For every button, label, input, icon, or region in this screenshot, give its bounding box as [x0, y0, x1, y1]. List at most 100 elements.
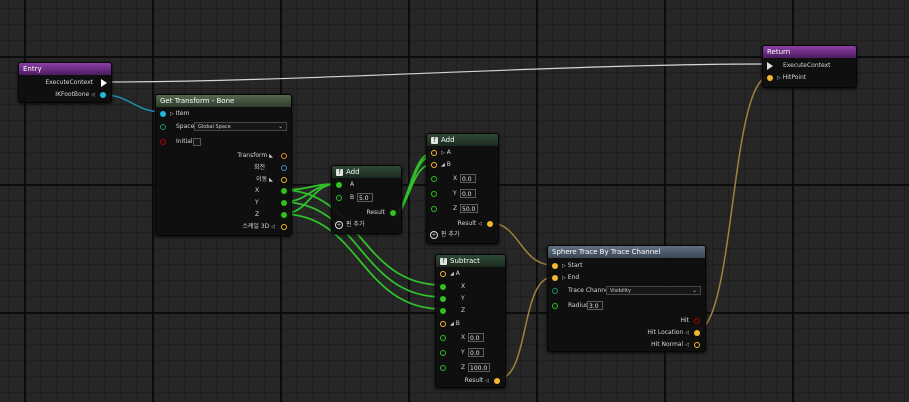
add2-b-pin[interactable]	[431, 162, 437, 168]
channel-pin[interactable]	[552, 288, 558, 294]
translation-label: 이동 ◣	[256, 176, 273, 183]
plus-icon: +	[335, 220, 343, 229]
function-icon: f	[431, 136, 438, 144]
channel-label: Trace Channel	[568, 287, 611, 294]
entry-ikfoot-label: IKFootBone ◁	[55, 91, 95, 98]
return-title: Return	[763, 46, 856, 58]
rotation-label: 회전	[253, 164, 265, 171]
sub-result-label: Result ◁	[464, 377, 489, 384]
add2-a-pin[interactable]	[431, 150, 437, 156]
sub-bx-pin[interactable]	[440, 335, 446, 341]
add2-x-field[interactable]: 0.0	[460, 174, 476, 183]
add2-z-pin[interactable]	[431, 206, 437, 212]
hit-location-pin[interactable]	[694, 330, 700, 336]
sub-result-pin[interactable]	[494, 378, 500, 384]
sub-b-pin[interactable]	[440, 321, 446, 327]
x-out-pin[interactable]	[281, 188, 287, 194]
y-label: Y	[255, 199, 259, 206]
add-vector-node[interactable]: f Add ▷ A ◢ B X 0.0 Y 0.0 Z 50.0 Result ◁…	[426, 133, 499, 244]
sub-a-pin[interactable]	[440, 271, 446, 277]
chevron-down-icon: ⌄	[691, 287, 697, 294]
hit-normal-label: Hit Normal ◁	[651, 341, 689, 348]
sub-b-label: ◢ B	[450, 320, 460, 327]
add1-add-pin-button[interactable]: + 핀 추가	[335, 220, 364, 230]
function-icon: f	[440, 257, 447, 265]
add1-a-pin[interactable]	[336, 182, 342, 188]
hit-pin[interactable]	[694, 318, 700, 324]
channel-combo[interactable]: Visibility ⌄	[606, 286, 701, 295]
item-label: ▷ Item	[170, 110, 190, 117]
ikfoot-pin[interactable]	[100, 92, 106, 98]
add2-y-pin[interactable]	[431, 191, 437, 197]
initial-label: Initial	[176, 138, 193, 145]
sub-y-pin[interactable]	[440, 296, 446, 302]
sub-bx-label: X	[461, 334, 466, 341]
y-out-pin[interactable]	[281, 200, 287, 206]
sub-by-pin[interactable]	[440, 350, 446, 356]
add1-a-label: A	[350, 181, 355, 188]
add2-y-label: Y	[453, 190, 457, 197]
subtract-node[interactable]: f Subtract ◢ A X Y Z ◢ B X 0.0 Y 0.0 Z 10…	[435, 254, 506, 388]
hit-normal-pin[interactable]	[694, 342, 700, 348]
add2-result-pin[interactable]	[487, 221, 493, 227]
return-node[interactable]: Return ExecuteContext ▷ HitPoint	[762, 45, 857, 88]
subtract-title: f Subtract	[436, 255, 505, 267]
start-label: ▷ Start	[562, 262, 583, 269]
hit-label: Hit	[680, 317, 689, 324]
sphere-trace-node[interactable]: Sphere Trace By Trace Channel ▷ Start ▷ …	[547, 245, 706, 352]
get-transform-title: Get Transform - Bone	[156, 95, 291, 107]
add1-b-field[interactable]: 5.0	[357, 193, 373, 202]
sub-by-label: Y	[461, 349, 465, 356]
transform-pin[interactable]	[281, 153, 287, 159]
sub-by-field[interactable]: 0.0	[468, 348, 484, 357]
return-exec-label: ExecuteContext	[783, 62, 831, 69]
add1-result-pin[interactable]	[390, 210, 396, 216]
get-transform-node[interactable]: Get Transform - Bone ▷ Item Space Global…	[155, 94, 292, 236]
item-pin[interactable]	[160, 111, 166, 117]
sub-bz-label: Z	[461, 364, 466, 371]
sub-bx-field[interactable]: 0.0	[468, 333, 484, 342]
sphere-trace-title: Sphere Trace By Trace Channel	[548, 246, 705, 258]
sub-z-label: Z	[461, 307, 466, 314]
chevron-down-icon: ⌄	[277, 123, 283, 130]
add2-add-pin-button[interactable]: + 핀 추가	[430, 230, 459, 240]
initial-checkbox[interactable]	[193, 138, 201, 146]
plus-icon: +	[430, 230, 438, 239]
translation-pin[interactable]	[281, 177, 287, 183]
initial-pin[interactable]	[160, 139, 166, 145]
sub-z-pin[interactable]	[440, 308, 446, 314]
exec-out-pin[interactable]	[101, 79, 107, 87]
space-label: Space	[176, 123, 195, 130]
add-float-title: f Add	[332, 166, 401, 178]
z-label: Z	[255, 211, 260, 218]
rotation-pin[interactable]	[281, 165, 287, 171]
radius-pin[interactable]	[552, 303, 558, 309]
add2-result-label: Result ◁	[457, 220, 482, 227]
sub-x-label: X	[461, 283, 466, 290]
add2-a-label: ▷ A	[441, 149, 451, 156]
add2-z-field[interactable]: 50.0	[460, 204, 478, 213]
entry-node[interactable]: Entry ExecuteContext IKFootBone ◁	[18, 62, 112, 103]
add-float-node[interactable]: f Add A B 5.0 Result + 핀 추가	[331, 165, 402, 234]
add1-b-pin[interactable]	[336, 195, 342, 201]
add2-y-field[interactable]: 0.0	[460, 189, 476, 198]
exec-in-pin[interactable]	[767, 62, 773, 70]
hitpoint-pin[interactable]	[767, 75, 773, 81]
entry-title: Entry	[19, 63, 111, 75]
scale-label: 스케일 3D ◁	[242, 223, 275, 230]
space-pin[interactable]	[160, 124, 166, 130]
add2-z-label: Z	[453, 205, 458, 212]
sub-y-label: Y	[461, 295, 465, 302]
sub-x-pin[interactable]	[440, 284, 446, 290]
sub-bz-field[interactable]: 100.0	[468, 363, 490, 372]
scale-pin[interactable]	[281, 224, 287, 230]
end-pin[interactable]	[552, 275, 558, 281]
z-out-pin[interactable]	[281, 212, 287, 218]
sub-bz-pin[interactable]	[440, 365, 446, 371]
transform-label: Transform ◣	[237, 152, 273, 159]
radius-field[interactable]: 3.0	[587, 301, 603, 310]
add2-x-pin[interactable]	[431, 176, 437, 182]
space-combo[interactable]: Global Space ⌄	[194, 122, 287, 131]
add1-b-label: B	[350, 194, 355, 201]
start-pin[interactable]	[552, 263, 558, 269]
